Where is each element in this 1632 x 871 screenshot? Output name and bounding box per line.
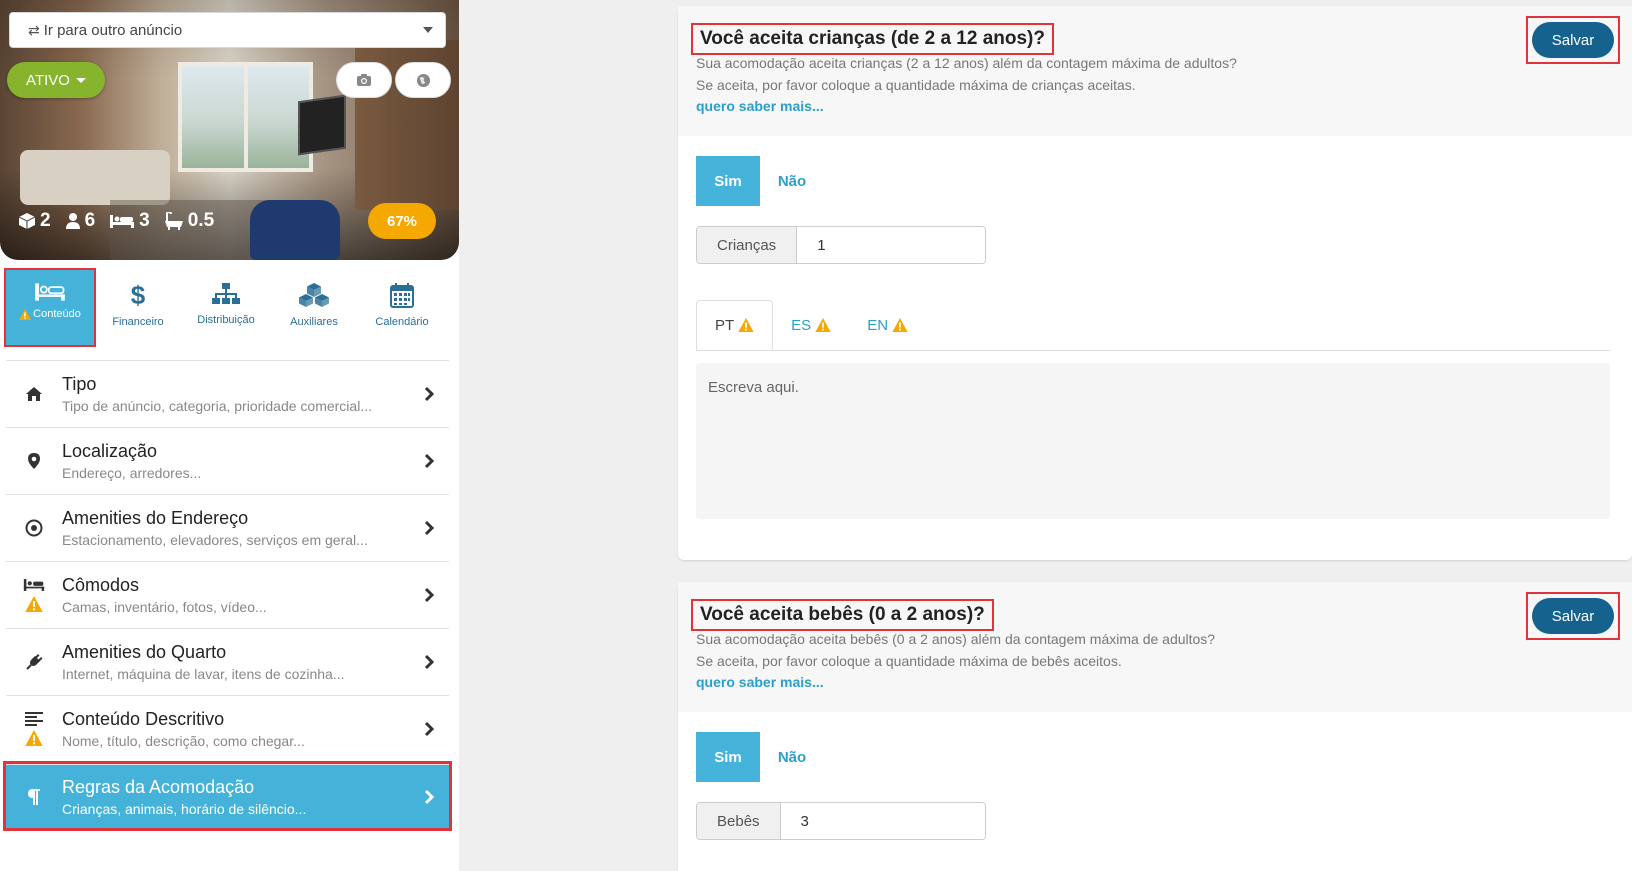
babies-desc-2: Se aceita, por favor coloque a quantidad… xyxy=(696,653,1122,669)
dollar-icon: $ xyxy=(131,282,146,308)
babies-learn-more-link[interactable]: quero saber mais... xyxy=(696,674,824,690)
children-desc-1: Sua acomodação aceita crianças (2 a 12 a… xyxy=(696,55,1237,71)
chevron-down-icon xyxy=(423,27,433,33)
babies-accept-toggle: Sim Não xyxy=(696,732,1614,782)
tab-financeiro[interactable]: $ Financeiro xyxy=(94,270,182,345)
tab-distribuicao[interactable]: Distribuição xyxy=(182,270,270,345)
warning-icon xyxy=(738,318,754,332)
children-save-button[interactable]: Salvar xyxy=(1532,22,1614,58)
children-card-header: Você aceita crianças (de 2 a 12 anos)? S… xyxy=(678,6,1632,136)
paragraph-icon xyxy=(28,788,40,805)
tab-lang-es[interactable]: ES xyxy=(773,300,849,350)
globe-icon xyxy=(416,73,430,87)
rooms-stat: 2 xyxy=(18,210,51,232)
baths-stat: 0.5 xyxy=(164,210,214,232)
children-no-button[interactable]: Não xyxy=(760,156,824,206)
children-notes-textarea[interactable]: Escreva aqui. xyxy=(696,363,1610,519)
menu-item-comodos[interactable]: Cômodos Camas, inventário, fotos, vídeo.… xyxy=(6,561,449,628)
home-icon xyxy=(26,387,42,401)
children-count-label: Crianças xyxy=(697,227,798,263)
warning-icon xyxy=(815,318,831,332)
warning-icon xyxy=(25,730,43,746)
babies-yes-button[interactable]: Sim xyxy=(696,732,760,782)
cubes-icon xyxy=(299,283,329,307)
svg-text:$: $ xyxy=(131,282,146,308)
tab-auxiliares[interactable]: Auxiliares xyxy=(270,270,358,345)
menu-item-regras-acomodacao[interactable]: Regras da Acomodação Crianças, animais, … xyxy=(3,761,452,831)
menu-item-conteudo-descritivo[interactable]: Conteúdo Descritivo Nome, título, descri… xyxy=(6,695,449,762)
babies-count-group: Bebês xyxy=(696,802,986,840)
map-pin-icon xyxy=(28,453,40,469)
camera-icon xyxy=(357,74,371,86)
guests-stat: 6 xyxy=(65,210,95,232)
babies-card-header: Você aceita bebês (0 a 2 anos)? Sua acom… xyxy=(678,582,1632,712)
beds-stat: 3 xyxy=(109,210,150,232)
user-icon xyxy=(65,213,80,229)
cube-icon xyxy=(18,213,36,229)
caret-down-icon xyxy=(75,77,86,83)
tab-lang-pt[interactable]: PT xyxy=(696,300,774,350)
status-label: ATIVO xyxy=(26,71,70,89)
children-count-group: Crianças xyxy=(696,226,986,264)
menu-item-amenities-quarto[interactable]: Amenities do Quarto Internet, máquina de… xyxy=(6,628,449,695)
bed-icon xyxy=(110,215,135,228)
status-dropdown[interactable]: ATIVO xyxy=(7,62,105,98)
babies-save-button[interactable]: Salvar xyxy=(1532,598,1614,634)
menu-item-localizacao[interactable]: Localização Endereço, arredores... xyxy=(6,427,449,494)
listing-stats: 2 6 3 0.5 xyxy=(18,210,214,232)
children-yes-button[interactable]: Sim xyxy=(696,156,760,206)
section-tabs: Conteúdo $ Financeiro Distribuição Auxil… xyxy=(4,268,449,347)
babies-card: Você aceita bebês (0 a 2 anos)? Sua acom… xyxy=(678,582,1632,871)
babies-desc-1: Sua acomodação aceita bebês (0 a 2 anos)… xyxy=(696,631,1216,647)
photos-button[interactable] xyxy=(336,62,392,98)
babies-count-input[interactable] xyxy=(780,803,985,839)
babies-title: Você aceita bebês (0 a 2 anos)? xyxy=(691,599,994,631)
content-menu: Tipo Tipo de anúncio, categoria, priorid… xyxy=(3,360,452,831)
goto-listing-select[interactable]: ⇄ Ir para outro anúncio xyxy=(9,12,446,48)
chevron-right-icon xyxy=(424,654,434,670)
calendar-icon xyxy=(390,283,414,308)
chevron-right-icon xyxy=(424,453,434,469)
align-left-icon xyxy=(25,712,43,726)
tab-calendario[interactable]: Calendário xyxy=(358,270,446,345)
plug-icon xyxy=(26,654,43,670)
babies-count-label: Bebês xyxy=(697,803,781,839)
children-title: Você aceita crianças (de 2 a 12 anos)? xyxy=(691,23,1054,55)
babies-no-button[interactable]: Não xyxy=(760,732,824,782)
warning-icon xyxy=(25,596,43,612)
sidebar: ⇄ Ir para outro anúncio ATIVO 2 6 3 0.5 … xyxy=(0,0,459,871)
language-tabs: PT ES EN xyxy=(696,300,1610,351)
chevron-right-icon xyxy=(424,789,434,804)
tab-conteudo[interactable]: Conteúdo xyxy=(4,268,96,347)
completion-badge[interactable]: 67% xyxy=(368,203,436,239)
children-learn-more-link[interactable]: quero saber mais... xyxy=(696,98,824,114)
chevron-right-icon xyxy=(424,721,434,737)
swap-icon: ⇄ xyxy=(28,21,40,38)
view-online-button[interactable] xyxy=(395,62,451,98)
chevron-right-icon xyxy=(424,587,434,603)
children-desc-2: Se aceita, por favor coloque a quantidad… xyxy=(696,77,1136,93)
tab-lang-en[interactable]: EN xyxy=(849,300,926,350)
bed-icon xyxy=(35,283,65,301)
bathtub-icon xyxy=(164,212,183,230)
warning-icon xyxy=(892,318,908,332)
children-card: Você aceita crianças (de 2 a 12 anos)? S… xyxy=(678,6,1632,560)
menu-item-amenities-endereco[interactable]: Amenities do Endereço Estacionamento, el… xyxy=(6,494,449,561)
chevron-right-icon xyxy=(424,520,434,536)
goto-listing-label: Ir para outro anúncio xyxy=(43,21,183,39)
target-icon xyxy=(25,519,43,537)
warning-icon xyxy=(19,308,32,320)
chevron-right-icon xyxy=(424,386,434,402)
menu-item-tipo[interactable]: Tipo Tipo de anúncio, categoria, priorid… xyxy=(6,360,449,427)
sitemap-icon xyxy=(212,283,240,304)
children-count-input[interactable] xyxy=(797,227,985,263)
bed-icon xyxy=(23,579,45,591)
children-accept-toggle: Sim Não xyxy=(696,156,1614,206)
